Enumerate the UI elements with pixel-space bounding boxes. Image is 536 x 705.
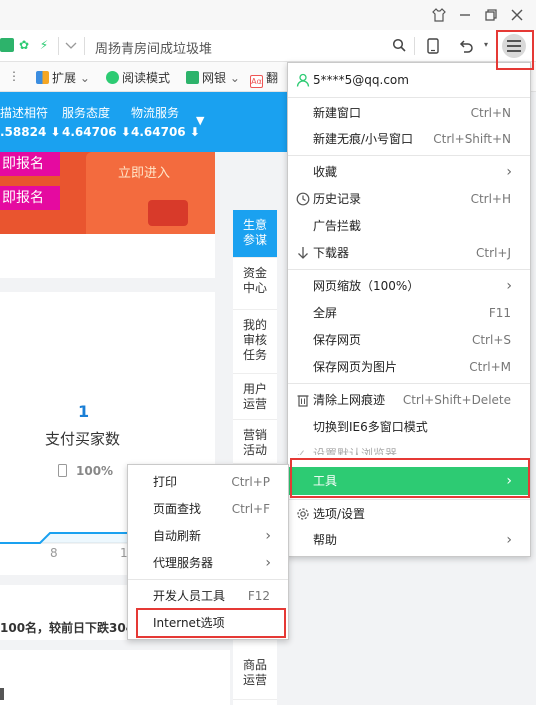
- menu-divider: [288, 383, 530, 384]
- menu-options[interactable]: 选项/设置: [288, 501, 530, 527]
- menu-default-browser[interactable]: ✓ 设置默认浏览器: [288, 441, 530, 455]
- minimize-icon[interactable]: [455, 5, 475, 25]
- menu-new-window[interactable]: 新建窗口 Ctrl+N: [288, 100, 530, 126]
- search-icon[interactable]: [392, 38, 406, 52]
- translate-icon: Aα: [250, 75, 263, 88]
- submenu-proxy[interactable]: 代理服务器 ›: [128, 550, 288, 576]
- side-tab-product-ops[interactable]: 商品运营: [233, 650, 277, 700]
- content-card: [0, 234, 215, 278]
- lightning-icon[interactable]: ⚡: [37, 38, 51, 52]
- close-icon[interactable]: [507, 5, 527, 25]
- chevron-right-icon: ›: [265, 555, 271, 571]
- submenu-print[interactable]: 打印 Ctrl+P: [128, 469, 288, 495]
- mobile-icon: [58, 464, 67, 480]
- side-tab-review-tasks[interactable]: 我的审核任务: [233, 310, 277, 374]
- menu-history[interactable]: 历史记录 Ctrl+H: [288, 186, 530, 212]
- menu-save-image[interactable]: 保存网页为图片 Ctrl+M: [288, 354, 530, 380]
- read-mode-icon: [106, 71, 119, 84]
- menu-divider: [128, 579, 288, 580]
- phone-icon[interactable]: [426, 38, 440, 54]
- stat-service: 服务态度 4.64706 ⬇: [62, 106, 131, 139]
- clock-icon: [296, 192, 310, 206]
- stat-logistics: 物流服务 4.64706 ⬇: [131, 106, 200, 139]
- chevron-right-icon: ›: [265, 528, 271, 544]
- signup-button[interactable]: 即报名: [0, 152, 60, 176]
- chevron-right-icon: ›: [506, 278, 512, 294]
- chevron-right-icon: ›: [506, 473, 512, 489]
- caret-down-icon[interactable]: ▾: [479, 38, 493, 52]
- chevron-right-icon: ›: [506, 164, 512, 180]
- menu-divider: [288, 269, 530, 270]
- extensions-button[interactable]: 扩展 ⌄: [36, 69, 90, 86]
- menu-clear-traces[interactable]: 清除上网痕迹 Ctrl+Shift+Delete: [288, 387, 530, 413]
- trash-icon: [296, 393, 310, 407]
- divider: [84, 37, 85, 55]
- menu-favorites[interactable]: 收藏 ›: [288, 159, 530, 185]
- tools-submenu: 打印 Ctrl+P 页面查找 Ctrl+F 自动刷新 › 代理服务器 › 开发人…: [127, 464, 289, 640]
- user-icon: [296, 73, 310, 87]
- gear-icon: [296, 507, 310, 521]
- menu-tools[interactable]: 工具 ›: [288, 467, 530, 495]
- title-bar: [0, 0, 536, 30]
- download-icon: [296, 246, 310, 260]
- more-bookmarks-icon[interactable]: ⋮: [8, 69, 20, 83]
- menu-divider: [288, 97, 530, 98]
- skin-icon[interactable]: [429, 5, 449, 25]
- menu-fullscreen[interactable]: 全屏 F11: [288, 300, 530, 326]
- read-mode-button[interactable]: 阅读模式: [106, 69, 170, 86]
- netbank-button[interactable]: 网银 ⌄: [186, 69, 240, 86]
- menu-zoom[interactable]: 网页缩放（100%） ›: [288, 273, 530, 299]
- content-card: [0, 650, 230, 705]
- submenu-devtools[interactable]: 开发人员工具 F12: [128, 583, 288, 609]
- side-tab-business-advisor[interactable]: 生意参谋: [233, 210, 277, 258]
- expand-caret-icon[interactable]: ▼: [196, 114, 204, 127]
- side-tab-marketing[interactable]: 营销活动: [233, 420, 277, 464]
- menu-button[interactable]: [502, 34, 526, 58]
- divider: [414, 37, 415, 55]
- shop-rating-banner: 描述相符 .58824 ⬇ 服务态度 4.64706 ⬇ 物流服务 4.6470…: [0, 92, 290, 152]
- menu-divider: [288, 499, 530, 500]
- search-input[interactable]: 周扬青房间成垃圾堆: [95, 38, 212, 57]
- translate-button[interactable]: Aα 翻: [250, 69, 278, 88]
- menu-adblock[interactable]: 广告拦截: [288, 213, 530, 239]
- speed-dial-icon[interactable]: ✿: [17, 38, 31, 52]
- buyer-count-value: 1: [78, 402, 90, 421]
- hamburger-icon: [507, 40, 521, 52]
- submenu-auto-refresh[interactable]: 自动刷新 ›: [128, 523, 288, 549]
- chevron-down-icon[interactable]: [64, 38, 78, 52]
- signup-button[interactable]: 即报名: [0, 186, 60, 210]
- menu-downloads[interactable]: 下载器 Ctrl+J: [288, 240, 530, 266]
- stat-description: 描述相符 .58824 ⬇: [0, 106, 61, 139]
- chevron-right-icon: ›: [506, 532, 512, 548]
- shield-icon: [186, 71, 199, 84]
- undo-icon[interactable]: [458, 38, 473, 53]
- menu-help[interactable]: 帮助 ›: [288, 527, 530, 553]
- side-tab-funds[interactable]: 资金中心: [233, 258, 277, 310]
- extensions-icon: [36, 71, 49, 84]
- mobile-percent: 100%: [76, 464, 114, 478]
- buyer-count-label: 支付买家数: [45, 430, 121, 448]
- menu-save-page[interactable]: 保存网页 Ctrl+S: [288, 327, 530, 353]
- promo-banner[interactable]: 即报名 即报名 立即进入: [0, 152, 215, 234]
- submenu-find[interactable]: 页面查找 Ctrl+F: [128, 496, 288, 522]
- x-tick-label: 8: [50, 546, 58, 560]
- menu-account[interactable]: 5****5@qq.com: [288, 66, 530, 94]
- rank-text: 100名，较前日下跌304: [0, 621, 135, 635]
- menu-divider: [288, 155, 530, 156]
- enter-now-label: 立即进入: [118, 166, 171, 181]
- address-bar: ✿ ⚡ 周扬青房间成垃圾堆 ▾: [0, 30, 536, 62]
- menu-new-incognito[interactable]: 新建无痕/小号窗口 Ctrl+Shift+N: [288, 126, 530, 152]
- checkmark-icon: ✓: [296, 447, 307, 455]
- side-tab-user-ops[interactable]: 用户运营: [233, 374, 277, 420]
- grid-app-icon[interactable]: [0, 38, 14, 52]
- browser-main-menu: 5****5@qq.com 新建窗口 Ctrl+N 新建无痕/小号窗口 Ctrl…: [287, 62, 531, 557]
- gift-box-icon: [148, 200, 188, 226]
- divider: [58, 37, 59, 55]
- partial-text: [0, 688, 4, 700]
- submenu-internet-options[interactable]: Internet选项: [128, 610, 288, 636]
- menu-ie6-mode[interactable]: 切换到IE6多窗口模式: [288, 414, 530, 440]
- restore-icon[interactable]: [481, 5, 501, 25]
